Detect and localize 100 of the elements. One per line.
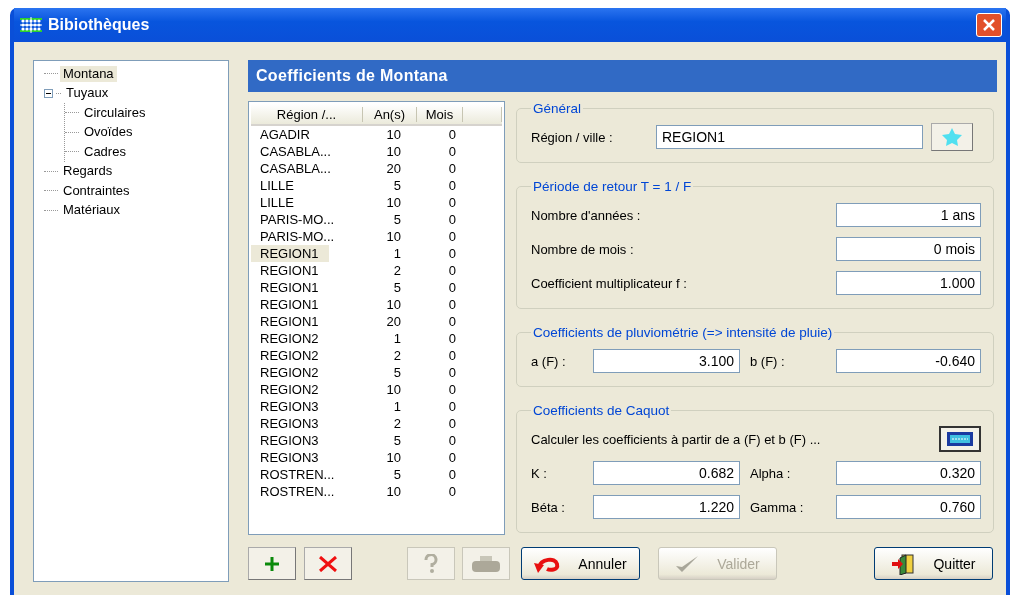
column-header[interactable]: Région /... xyxy=(251,107,363,122)
table-cell[interactable]: CASABLA... xyxy=(251,143,341,160)
number-field[interactable]: -0.640 xyxy=(836,349,981,373)
table-cell-text: 5 xyxy=(392,466,402,483)
number-field[interactable]: 0.682 xyxy=(593,461,740,485)
tree-item[interactable]: Regards xyxy=(60,163,116,180)
tree-item[interactable]: Matériaux xyxy=(60,202,124,219)
field-label: K : xyxy=(531,465,548,481)
star-button[interactable] xyxy=(931,123,973,151)
table-cell[interactable]: LILLE xyxy=(251,194,304,211)
table-cell-text: 10 xyxy=(385,143,402,160)
group-legend: Général xyxy=(531,101,584,116)
number-field[interactable]: 3.100 xyxy=(593,349,740,373)
table-cell-text: 0 xyxy=(447,313,457,330)
printer-icon xyxy=(471,554,501,573)
table-cell-text: 10 xyxy=(385,449,402,466)
table-cell-text: 1 xyxy=(392,330,402,347)
table-cell-text: 0 xyxy=(447,211,457,228)
collapse-icon[interactable] xyxy=(44,88,53,98)
field-label: Calculer les coefficients à partir de a (F) et b (F) ... xyxy=(531,431,822,447)
table-cell-text: 10 xyxy=(385,228,402,245)
table-cell[interactable]: REGION3 xyxy=(251,449,329,466)
table-cell[interactable]: CASABLA... xyxy=(251,160,341,177)
column-header[interactable]: Mois xyxy=(417,107,463,122)
table-cell-text: 0 xyxy=(447,245,457,262)
table-cell-text: 5 xyxy=(392,177,402,194)
field-label: Nombre de mois : xyxy=(531,241,635,257)
table-cell-text: 10 xyxy=(385,483,402,500)
field-label: Région / ville : xyxy=(531,129,614,145)
table-cell-text: 10 xyxy=(385,381,402,398)
table-cell[interactable]: REGION2 xyxy=(251,364,329,381)
number-field[interactable]: 0.760 xyxy=(836,495,981,519)
field-label: Nombre d'années : xyxy=(531,207,642,223)
table-cell[interactable]: LILLE xyxy=(251,177,304,194)
table-cell[interactable]: PARIS-MO... xyxy=(251,228,345,245)
table-cell[interactable]: REGION3 xyxy=(251,398,329,415)
table-cell-text: 2 xyxy=(392,347,402,364)
table-cell-text: 0 xyxy=(447,381,457,398)
panel-title: Coefficients de Montana xyxy=(248,60,997,92)
number-field[interactable]: 1.220 xyxy=(593,495,740,519)
table-cell-text: 5 xyxy=(392,432,402,449)
table-cell-text: 1 xyxy=(392,245,402,262)
table-cell[interactable]: ROSTREN... xyxy=(251,483,345,500)
table-cell-text: 0 xyxy=(447,228,457,245)
group-legend: Coefficients de pluviométrie (=> intensité de pluie) xyxy=(531,325,835,340)
table-cell-text: 20 xyxy=(385,160,402,177)
table-cell-text: 0 xyxy=(447,279,457,296)
tree-item[interactable]: Cadres xyxy=(81,143,129,160)
table-cell[interactable]: REGION2 xyxy=(251,347,329,364)
table-cell-text: 1 xyxy=(392,398,402,415)
table-cell[interactable]: REGION1 xyxy=(251,296,329,313)
window-title: Bibiothèques xyxy=(48,16,151,34)
tree-item[interactable]: Ovoïdes xyxy=(81,124,136,141)
table-cell-text: 0 xyxy=(447,194,457,211)
delete-button[interactable] xyxy=(304,547,352,580)
table-cell[interactable]: AGADIR xyxy=(251,126,320,143)
text-field[interactable]: REGION1 xyxy=(656,125,923,149)
table-cell-text: 0 xyxy=(447,398,457,415)
group-legend: Période de retour T = 1 / F xyxy=(531,179,694,194)
number-field[interactable]: 1 ans xyxy=(836,203,981,227)
tree-item[interactable]: Contraintes xyxy=(60,182,133,199)
table-cell-text: 0 xyxy=(447,160,457,177)
field-label: b (F) : xyxy=(749,353,786,369)
check-icon xyxy=(675,553,700,574)
tree-item[interactable]: Tuyaux xyxy=(63,85,112,102)
plus-icon xyxy=(264,555,280,572)
table-cell[interactable]: REGION1 xyxy=(251,245,329,262)
calculator-icon xyxy=(947,432,973,446)
question-icon xyxy=(424,553,438,574)
table-cell[interactable]: REGION3 xyxy=(251,432,329,449)
number-field[interactable]: 0 mois xyxy=(836,237,981,261)
tree-item[interactable]: Montana xyxy=(60,65,117,82)
tree-item[interactable]: Circulaires xyxy=(81,104,149,121)
table-cell[interactable]: REGION2 xyxy=(251,330,329,347)
close-button[interactable] xyxy=(976,13,1002,37)
group-legend: Coefficients de Caquot xyxy=(531,403,672,418)
table-cell[interactable]: REGION3 xyxy=(251,415,329,432)
number-field[interactable]: 0.320 xyxy=(836,461,981,485)
table-cell-text: 0 xyxy=(447,466,457,483)
calculator-button[interactable] xyxy=(939,426,981,452)
table-cell-text: 0 xyxy=(447,143,457,160)
table-cell[interactable]: REGION1 xyxy=(251,279,329,296)
field-label: Alpha : xyxy=(749,465,792,481)
table-cell-text: 10 xyxy=(385,296,402,313)
table-cell[interactable]: REGION2 xyxy=(251,381,329,398)
number-field[interactable]: 1.000 xyxy=(836,271,981,295)
add-button[interactable] xyxy=(248,547,296,580)
cancel-button[interactable]: Annuler xyxy=(521,547,640,580)
table-cell[interactable]: REGION1 xyxy=(251,313,329,330)
table-cell-text: 0 xyxy=(447,330,457,347)
star-icon xyxy=(940,127,964,147)
exit-door-icon xyxy=(891,552,916,575)
quit-button[interactable]: Quitter xyxy=(874,547,993,580)
table-cell[interactable]: PARIS-MO... xyxy=(251,211,345,228)
table-cell-text: 0 xyxy=(447,432,457,449)
table-cell-text: 0 xyxy=(447,415,457,432)
table-cell[interactable]: ROSTREN... xyxy=(251,466,345,483)
table-cell[interactable]: REGION1 xyxy=(251,262,329,279)
table-cell-text: 0 xyxy=(447,177,457,194)
column-header[interactable]: An(s) xyxy=(363,107,417,122)
